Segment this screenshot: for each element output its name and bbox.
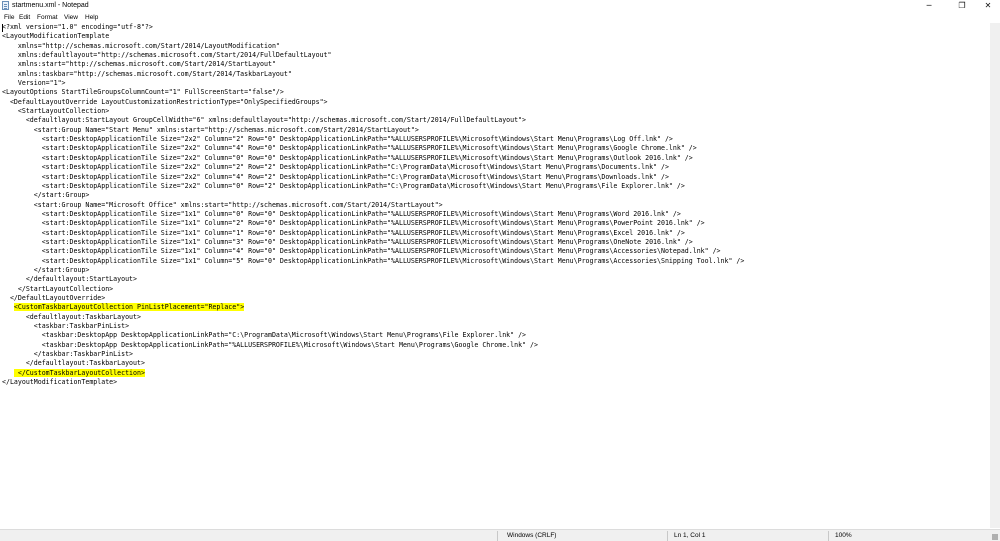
- code-line: </start:Group>: [2, 265, 90, 274]
- code-line: <start:DesktopApplicationTile Size="1x1"…: [2, 228, 685, 237]
- status-divider: [667, 531, 668, 541]
- code-line: <StartLayoutCollection>: [2, 107, 110, 116]
- text-editor[interactable]: <?xml version="1.0" encoding="utf-8"?> <L…: [0, 23, 990, 528]
- code-line: <defaultlayout:StartLayout GroupCellWidt…: [2, 116, 527, 125]
- resize-grip-icon[interactable]: [992, 534, 998, 540]
- code-line: <start:Group Name="Microsoft Office" xml…: [2, 200, 443, 209]
- code-line: <start:DesktopApplicationTile Size="2x2"…: [2, 181, 685, 190]
- code-line: <start:DesktopApplicationTile Size="2x2"…: [2, 135, 673, 144]
- code-line: <start:DesktopApplicationTile Size="1x1"…: [2, 237, 693, 246]
- window-title: startmenu.xml - Notepad: [12, 2, 89, 9]
- highlighted-text: <CustomTaskbarLayoutCollection PinListPl…: [13, 303, 245, 312]
- code-line: </DefaultLayoutOverride>: [2, 293, 106, 302]
- status-divider: [828, 531, 829, 541]
- menu-view[interactable]: View: [64, 13, 78, 22]
- code-line: <start:DesktopApplicationTile Size="1x1"…: [2, 256, 745, 265]
- code-line: xmlns:taskbar="http://schemas.microsoft.…: [2, 69, 292, 78]
- line-ending-status: Windows (CRLF): [507, 532, 557, 539]
- notepad-icon: [2, 1, 9, 10]
- code-line: <?xml version="1.0" encoding="utf-8"?>: [2, 23, 153, 31]
- minimize-button[interactable]: ─: [917, 0, 941, 12]
- code-line: </StartLayoutCollection>: [2, 284, 114, 293]
- code-line: <start:DesktopApplicationTile Size="2x2"…: [2, 172, 669, 181]
- code-line: <LayoutModificationTemplate: [2, 32, 110, 41]
- close-button[interactable]: ✕: [976, 0, 1000, 12]
- code-line: <LayoutOptions StartTileGroupsColumnCoun…: [2, 88, 284, 97]
- menu-help[interactable]: Help: [85, 13, 98, 22]
- code-line: </taskbar:TaskbarPinList>: [2, 350, 134, 359]
- code-line: </CustomTaskbarLayoutCollection>: [2, 368, 744, 378]
- text-caret: [2, 24, 3, 32]
- code-line: xmlns="http://schemas.microsoft.com/Star…: [2, 41, 280, 50]
- code-line: <start:DesktopApplicationTile Size="1x1"…: [2, 209, 681, 218]
- code-line: <start:Group Name="Start Menu" xmlns:sta…: [2, 125, 419, 134]
- code-line: <start:DesktopApplicationTile Size="2x2"…: [2, 144, 697, 153]
- code-line: </defaultlayout:TaskbarLayout>: [2, 359, 145, 368]
- highlighted-text: </CustomTaskbarLayoutCollection>: [13, 368, 145, 377]
- code-line: <CustomTaskbarLayoutCollection PinListPl…: [2, 303, 744, 312]
- code-line: xmlns:defaultlayout="http://schemas.micr…: [2, 51, 332, 60]
- restore-button[interactable]: ❐: [950, 0, 974, 12]
- code-line: <taskbar:DesktopApp DesktopApplicationLi…: [2, 331, 527, 340]
- menu-format[interactable]: Format: [37, 13, 58, 22]
- status-bar: Windows (CRLF) Ln 1, Col 1 100%: [0, 529, 1000, 541]
- document-text[interactable]: <?xml version="1.0" encoding="utf-8"?> <L…: [2, 23, 744, 387]
- code-line: xmlns:start="http://schemas.microsoft.co…: [2, 60, 276, 69]
- code-line: <start:DesktopApplicationTile Size="1x1"…: [2, 247, 721, 256]
- code-line: </start:Group>: [2, 191, 90, 200]
- code-line: <taskbar:DesktopApp DesktopApplicationLi…: [2, 340, 538, 349]
- code-line-indent: [2, 303, 14, 311]
- vertical-scrollbar[interactable]: [990, 23, 1000, 528]
- code-line: </defaultlayout:StartLayout>: [2, 275, 137, 284]
- code-line: <taskbar:TaskbarPinList>: [2, 322, 130, 330]
- menu-edit[interactable]: Edit: [19, 13, 30, 22]
- title-bar[interactable]: startmenu.xml - Notepad ─ ❐ ✕: [0, 0, 1000, 12]
- menu-file[interactable]: File: [4, 13, 14, 22]
- code-line: <DefaultLayoutOverride LayoutCustomizati…: [2, 97, 328, 106]
- code-line: </LayoutModificationTemplate>: [2, 378, 118, 387]
- cursor-position-status: Ln 1, Col 1: [674, 532, 706, 539]
- code-line-indent: [2, 369, 14, 377]
- status-divider: [497, 531, 498, 541]
- code-line: <start:DesktopApplicationTile Size="2x2"…: [2, 153, 693, 162]
- code-line: <start:DesktopApplicationTile Size="1x1"…: [2, 219, 705, 228]
- zoom-status: 100%: [835, 532, 852, 539]
- code-line: <start:DesktopApplicationTile Size="2x2"…: [2, 163, 669, 172]
- code-line: Version="1">: [2, 79, 66, 88]
- menu-bar: File Edit Format View Help: [0, 12, 1000, 23]
- code-line: <defaultlayout:TaskbarLayout>: [2, 312, 141, 321]
